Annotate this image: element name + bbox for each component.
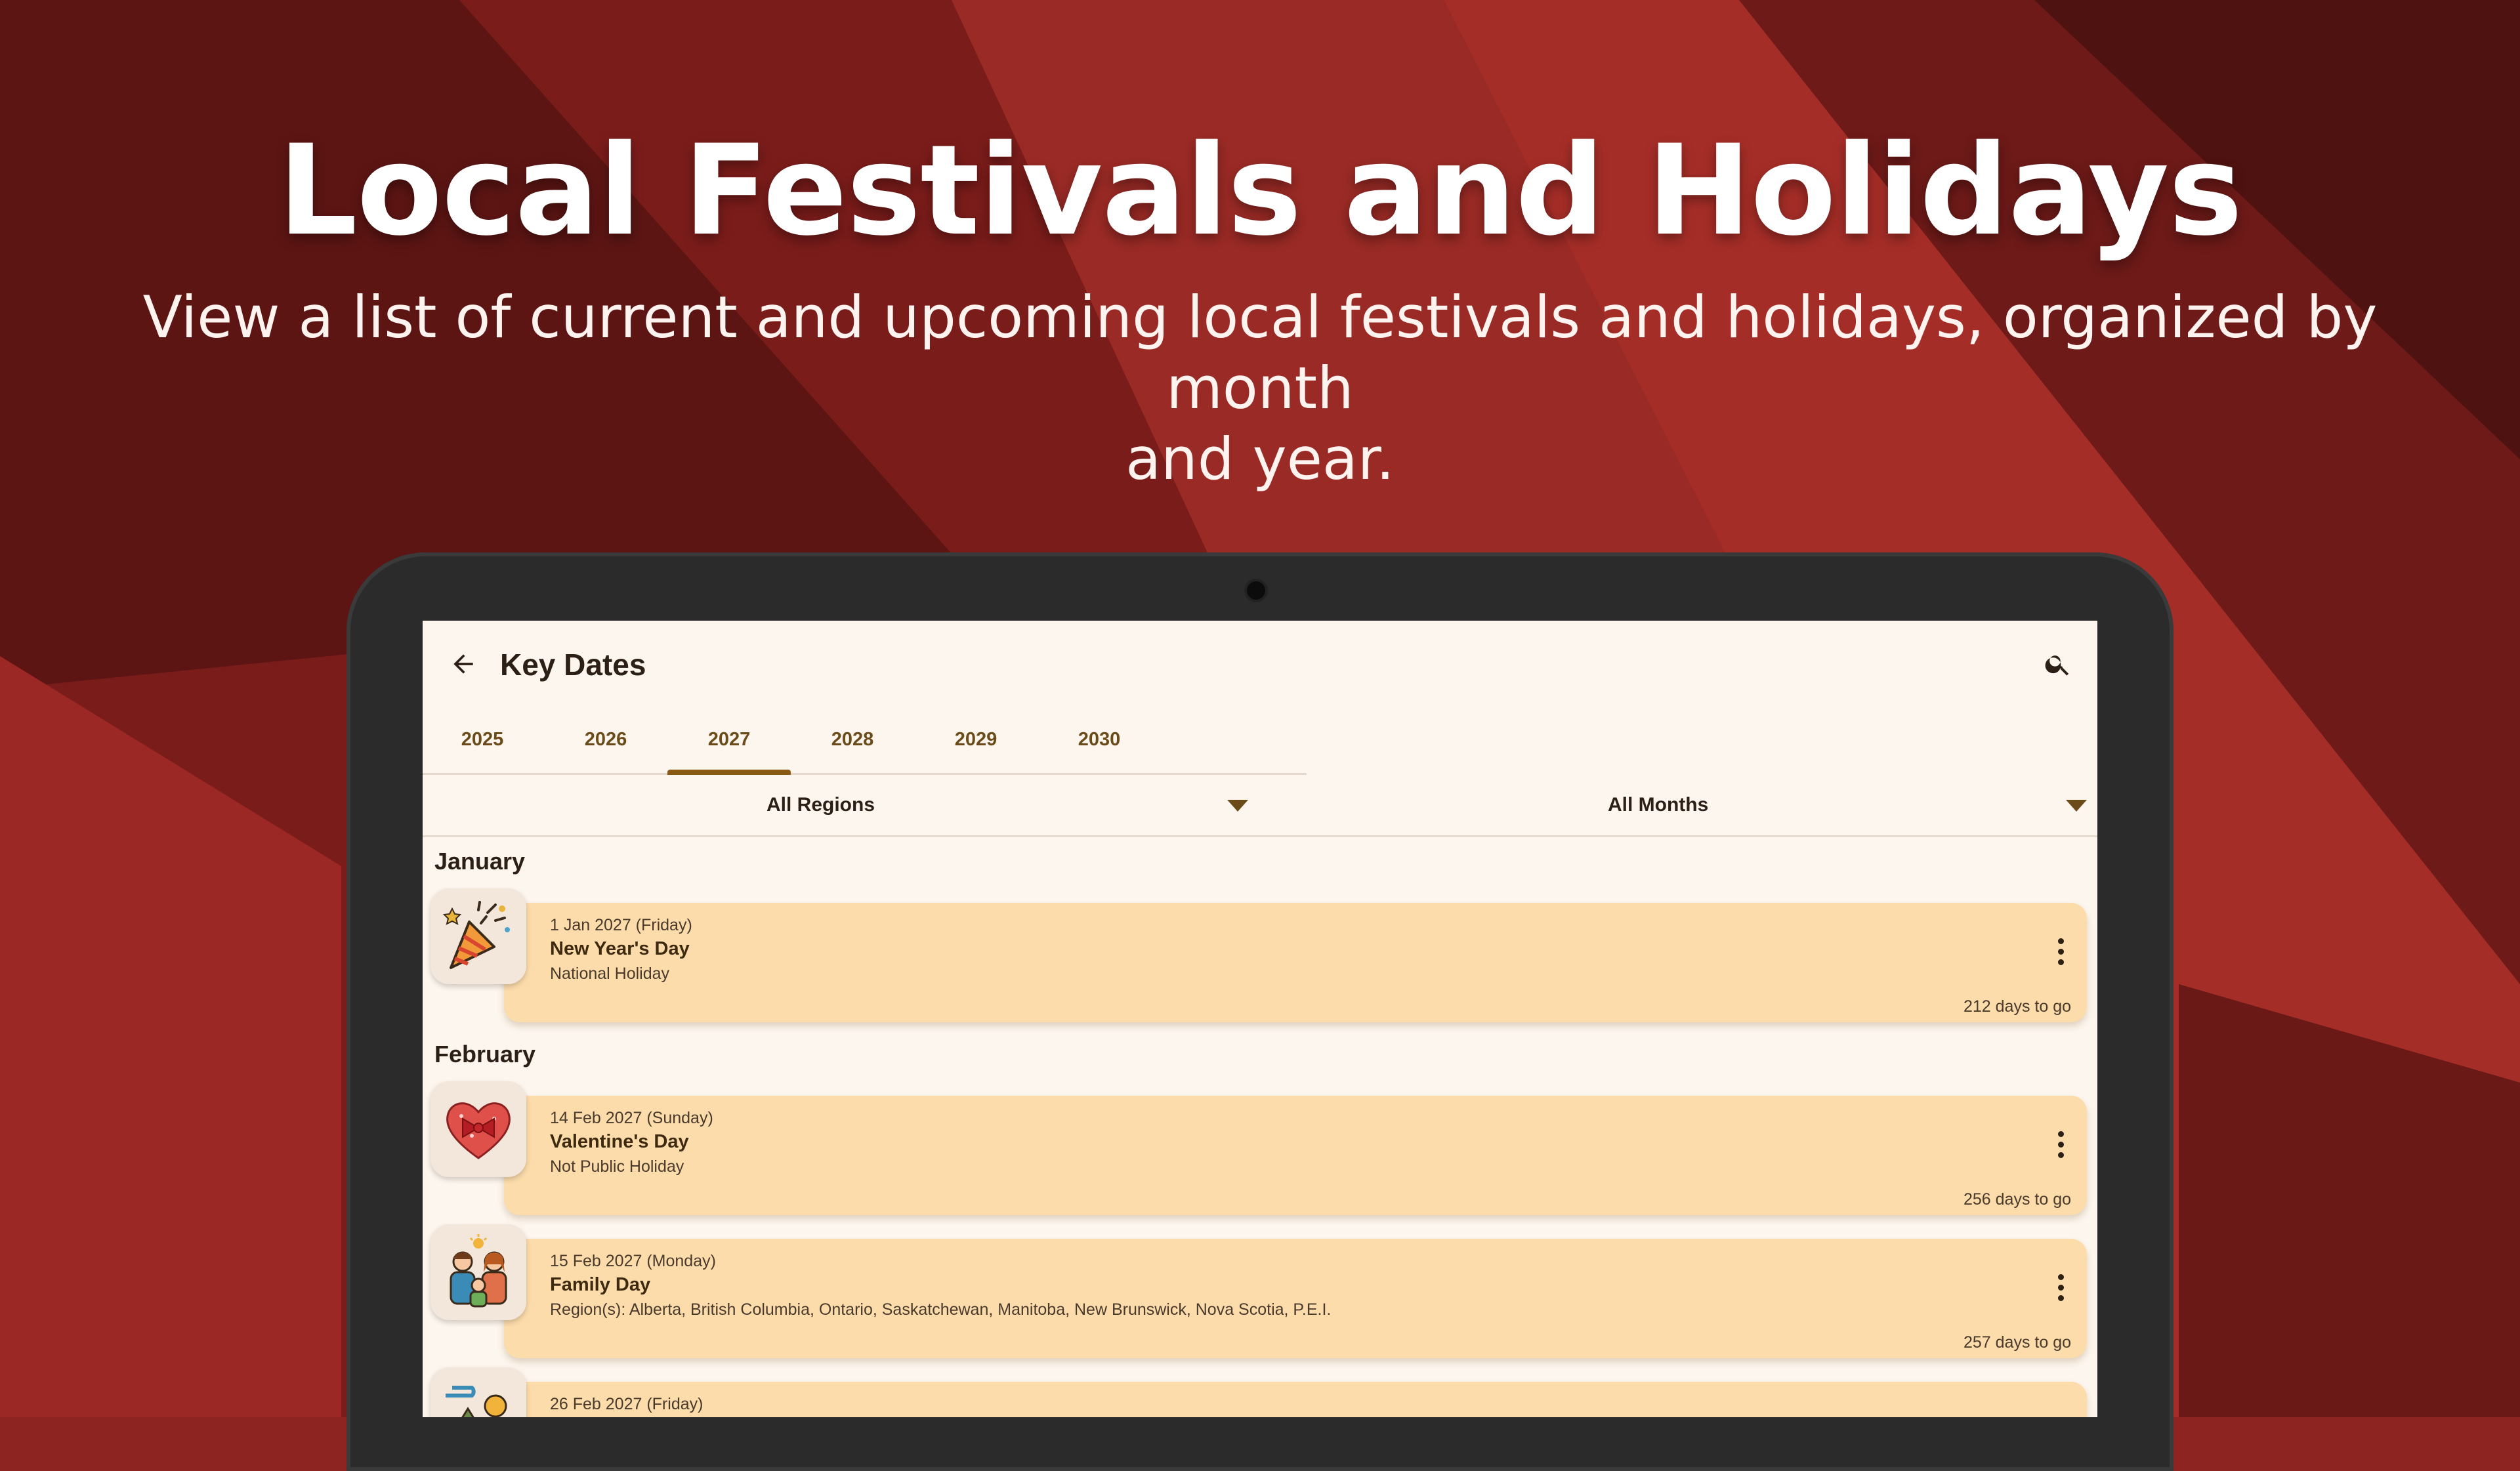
event-date: 14 Feb 2027 (Sunday) — [550, 1109, 713, 1127]
event-card[interactable]: 1 Jan 2027 (Friday) New Year's Day Natio… — [504, 903, 2087, 1022]
event-date: 15 Feb 2027 (Monday) — [550, 1252, 716, 1270]
days-to-go: 257 days to go — [1963, 1333, 2071, 1352]
hero-title: Local Festivals and Holidays — [278, 118, 2243, 263]
month-dropdown[interactable]: All Months — [1608, 775, 1708, 835]
tab-2025[interactable]: 2025 — [423, 713, 544, 773]
more-options-icon[interactable] — [2048, 1125, 2074, 1164]
heart-gift-icon — [430, 1081, 526, 1177]
filter-bar: All Regions All Months — [423, 775, 2097, 837]
chevron-down-icon[interactable] — [1227, 800, 1248, 812]
days-to-go: 212 days to go — [1963, 997, 2071, 1016]
event-card[interactable]: 26 Feb 2027 (Friday) — [504, 1382, 2087, 1417]
tab-2026[interactable]: 2026 — [544, 713, 667, 773]
page-title: Key Dates — [500, 648, 646, 682]
arrow-left-icon[interactable] — [442, 643, 484, 685]
year-tabs: 2025 2026 2027 2028 2029 2030 — [423, 713, 1307, 775]
month-header-february: February — [434, 1041, 536, 1067]
family-icon — [430, 1224, 526, 1320]
event-card[interactable]: 14 Feb 2027 (Sunday) Valentine's Day Not… — [504, 1096, 2087, 1215]
days-to-go: 256 days to go — [1963, 1190, 2071, 1209]
tablet-camera — [1244, 579, 1268, 602]
more-options-icon[interactable] — [2048, 1411, 2074, 1417]
event-type: Not Public Holiday — [550, 1157, 684, 1176]
tab-2029[interactable]: 2029 — [914, 713, 1038, 773]
event-card[interactable]: 15 Feb 2027 (Monday) Family Day Region(s… — [504, 1239, 2087, 1358]
event-name: Family Day — [550, 1274, 651, 1295]
hero-subtitle-line-2: and year. — [1125, 425, 1395, 493]
search-icon[interactable] — [2037, 643, 2079, 685]
event-date: 26 Feb 2027 (Friday) — [550, 1395, 704, 1413]
tab-2028[interactable]: 2028 — [791, 713, 914, 773]
more-options-icon[interactable] — [2048, 1268, 2074, 1307]
region-dropdown[interactable]: All Regions — [766, 775, 875, 835]
event-name: New Year's Day — [550, 938, 690, 959]
tab-2030[interactable]: 2030 — [1038, 713, 1161, 773]
event-type: National Holiday — [550, 964, 670, 983]
hero-subtitle-line-1: View a list of current and upcoming loca… — [142, 283, 2378, 422]
month-header-january: January — [434, 848, 526, 875]
tab-2027[interactable]: 2027 — [667, 713, 791, 775]
more-options-icon[interactable] — [2048, 932, 2074, 971]
landscape-icon — [430, 1367, 526, 1417]
hero-subtitle: View a list of current and upcoming loca… — [131, 282, 2389, 495]
app-screen: Key Dates 2025 2026 2027 2028 2029 2030 … — [423, 621, 2097, 1417]
event-name: Valentine's Day — [550, 1131, 689, 1152]
app-bar: Key Dates — [423, 621, 2097, 713]
event-date: 1 Jan 2027 (Friday) — [550, 916, 692, 934]
event-type: Region(s): Alberta, British Columbia, On… — [550, 1300, 1332, 1319]
party-popper-icon — [430, 888, 526, 984]
chevron-down-icon[interactable] — [2066, 800, 2087, 812]
